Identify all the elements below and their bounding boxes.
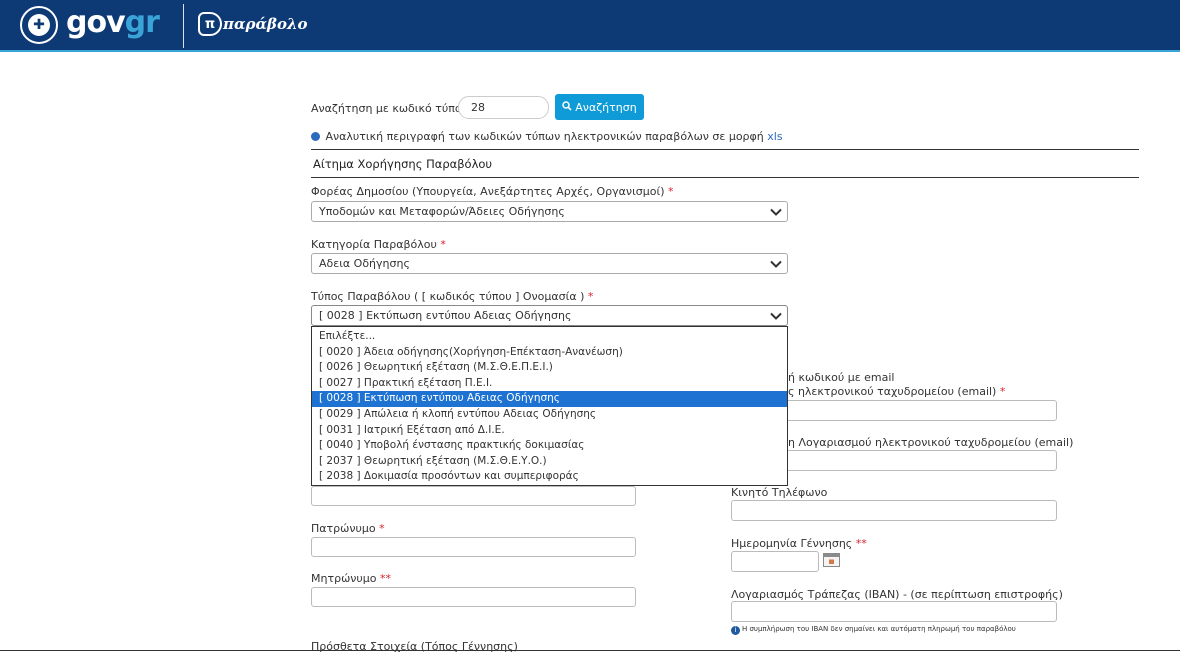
dropdown-option[interactable]: [ 0040 ] Υποβολή ένστασης πρακτικής δοκι… — [312, 438, 787, 454]
dropdown-option[interactable]: [ 0027 ] Πρακτική εξέταση Π.Ε.Ι. — [312, 376, 787, 392]
dropdown-option[interactable]: [ 2037 ] Θεωρητική εξέταση (Μ.Σ.Θ.Ε.Υ.Ο.… — [312, 454, 787, 470]
typos-label: Τύπος Παραβόλου ( [ κωδικός τύπου ] Ονομ… — [311, 290, 594, 303]
prostheta-label: Πρόσθετα Στοιχεία (Τόπος Γέννησης) — [311, 640, 518, 653]
top-header: ✚ govgr π παράβολο — [0, 0, 1180, 52]
chevron-down-icon — [770, 260, 782, 268]
mobile-input[interactable] — [731, 500, 1057, 521]
mitronymo-label: Μητρώνυμο ** — [311, 572, 392, 585]
mitronymo-input[interactable] — [311, 587, 636, 607]
patronymo-label: Πατρώνυμο * — [311, 522, 385, 535]
search-code-input[interactable] — [458, 96, 549, 119]
chevron-down-icon — [770, 312, 782, 320]
typos-dropdown-list: Επιλέξτε... [ 0020 ] Άδεια οδήγησης(Χορή… — [311, 326, 788, 486]
parabolo-logo[interactable]: π παράβολο — [198, 10, 308, 38]
foreas-label: Φορέας Δημοσίου (Υπουργεία, Ανεξάρτητες … — [311, 185, 674, 198]
dropdown-option[interactable]: [ 0029 ] Απώλεια ή κλοπή εντύπου Αδειας … — [312, 407, 787, 423]
search-code-label: Αναζήτηση με κωδικό τύπου — [311, 102, 468, 115]
iban-note: iΗ συμπλήρωση του IBAN δεν σημαίνει και … — [731, 625, 1016, 635]
header-divider — [183, 4, 184, 48]
birthdate-label: Ημερομηνία Γέννησης ** — [731, 537, 867, 550]
foreas-select[interactable]: Υποδομών και Μεταφορών/Άδειες Οδήγησης — [311, 201, 788, 222]
typos-select[interactable]: [ 0028 ] Εκτύπωση εντύπου Αδειας Οδήγηση… — [311, 305, 788, 326]
greek-emblem-logo[interactable]: ✚ — [20, 6, 58, 44]
mobile-label: Κινητό Τηλέφωνο — [731, 486, 828, 499]
info-line: Αναλυτική περιγραφή των κωδικών τύπων ηλ… — [311, 130, 783, 143]
search-icon — [562, 100, 572, 114]
dropdown-option[interactable]: [ 0031 ] Ιατρική Εξέταση από Δ.Ι.Ε. — [312, 423, 787, 439]
dropdown-option-selected[interactable]: [ 0028 ] Εκτύπωση εντύπου Αδειας Οδήγηση… — [312, 391, 787, 407]
birthdate-input[interactable] — [731, 551, 819, 572]
dropdown-option[interactable]: [ 2038 ] Δοκιμασία προσόντων και συμπερι… — [312, 469, 787, 485]
iban-input[interactable] — [731, 601, 1057, 622]
section-rule-top — [311, 149, 1139, 150]
search-button[interactable]: Αναζήτηση — [555, 94, 644, 120]
info-icon — [311, 132, 320, 141]
section-rule-bottom — [311, 177, 1139, 178]
email-confirm-label: η Λογαριασμού ηλεκτρονικού ταχυδρομείου … — [788, 436, 1074, 449]
chevron-down-icon — [770, 208, 782, 216]
katigoria-label: Κατηγορία Παραβόλου * — [311, 238, 446, 251]
parabolo-icon: π — [198, 12, 222, 36]
patronymo-input[interactable] — [311, 537, 636, 557]
iban-label: Λογαριασμός Τράπεζας (IBAN) - (σε περίπτ… — [731, 588, 1063, 601]
email-label: ς ηλεκτρονικού ταχυδρομείου (email) * — [788, 385, 1006, 398]
calendar-icon[interactable] — [823, 553, 840, 567]
dropdown-option[interactable]: [ 0020 ] Άδεια οδήγησης(Χορήγηση-Επέκτασ… — [312, 345, 787, 361]
xls-link[interactable]: xls — [767, 130, 782, 143]
email-notify-label: ή κωδικού με email — [788, 371, 895, 384]
katigoria-select[interactable]: Αδεια Οδήγησης — [311, 253, 788, 274]
govgr-logo[interactable]: govgr — [66, 5, 160, 40]
info-icon: i — [731, 626, 740, 635]
dropdown-option[interactable]: Επιλέξτε... — [312, 329, 787, 345]
onoma-input[interactable] — [311, 486, 636, 506]
section-title: Αίτημα Χορήγησης Παραβόλου — [313, 157, 493, 171]
dropdown-option[interactable]: [ 0026 ] Θεωρητική εξέταση (Μ.Σ.Θ.Ε.Π.Ε.… — [312, 360, 787, 376]
